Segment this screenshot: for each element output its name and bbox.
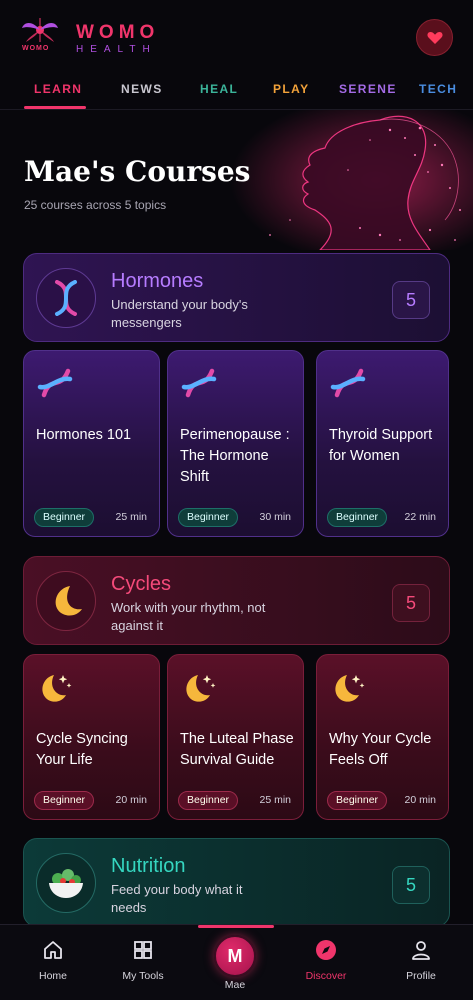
topic-header-hormones[interactable]: Hormones Understand your body's messenge… [23,253,450,342]
tab-tech[interactable]: TECH [419,82,457,96]
course-card[interactable]: Cycle Syncing Your Life Beginner 20 min [23,654,160,820]
course-title: The Luteal Phase Survival Guide [180,731,294,768]
course-card[interactable]: Perimenopause : The Hormone Shift Beginn… [167,350,304,537]
course-duration: 22 min [404,511,436,523]
favorites-button[interactable] [416,19,453,56]
category-tabs: LEARN NEWS HEAL PLAY SERENE TECH [0,72,473,110]
dna-icon [181,368,217,398]
course-title: Why Your Cycle Feels Off [329,731,432,768]
course-title: Cycle Syncing Your Life [36,731,128,768]
home-icon [44,941,62,959]
nav-profile-label: Profile [406,970,436,982]
course-card[interactable]: Why Your Cycle Feels Off Beginner 20 min [316,654,449,820]
topic-name: Cycles [111,573,172,595]
course-card[interactable]: The Luteal Phase Survival Guide Beginner… [167,654,304,820]
course-duration: 25 min [259,794,291,806]
brand-name: WOMO [76,22,160,43]
dna-icon [37,368,73,398]
avatar-label: Mae [224,979,246,991]
nav-my-tools[interactable]: My Tools [103,939,183,982]
tab-news[interactable]: NEWS [121,82,163,96]
level-badge: Beginner [34,791,95,810]
topic-name: Hormones [111,270,204,292]
heart-icon [426,31,443,44]
logo-mark-text: WOMO [22,45,50,52]
page-title: Mae's Courses [24,155,251,188]
nav-profile[interactable]: Profile [381,939,461,982]
course-card[interactable]: Hormones 101 Beginner 25 min [23,350,160,537]
topic-icon-container [36,571,96,631]
level-badge: Beginner [178,791,239,810]
topic-description: Feed your body what it needs [111,882,243,915]
course-title: Thyroid Support for Women [329,427,433,464]
tab-serene[interactable]: SERENE [339,82,397,96]
nav-discover[interactable]: Discover [286,939,366,982]
moon-stars-icon [335,675,365,702]
avatar[interactable]: M [214,935,256,977]
active-tab-indicator [24,106,86,109]
tab-play[interactable]: PLAY [273,82,310,96]
course-card[interactable]: Thyroid Support for Women Beginner 22 mi… [316,350,449,537]
nav-home-label: Home [38,970,67,982]
level-badge: Beginner [327,508,388,527]
course-duration: 20 min [115,794,147,806]
tab-learn[interactable]: LEARN [34,82,82,96]
moon-stars-icon [186,675,216,702]
dna-icon [55,280,77,316]
topic-course-count-badge: 5 [392,281,430,319]
course-duration: 25 min [115,511,147,523]
nav-discover-label: Discover [305,970,347,982]
woman-profile-illustration [230,110,473,250]
grid-icon [134,941,152,959]
topic-name: Nutrition [111,855,186,877]
course-duration: 20 min [404,794,436,806]
course-count-subtitle: 25 courses across 5 topics [24,198,167,212]
topic-icon-container [36,268,96,328]
topic-header-cycles[interactable]: Cycles Work with your rhythm, not agains… [23,556,450,645]
level-badge: Beginner [34,508,95,527]
topic-course-count-badge: 5 [392,866,430,904]
compass-icon [316,940,336,960]
bottom-navigation: Home My Tools M Mae Discover Profile [0,924,473,1000]
dna-icon [330,368,366,398]
center-indicator [198,925,274,928]
courses-hero: Mae's Courses 25 courses across 5 topics [0,110,473,250]
course-title: Hormones 101 [36,427,132,443]
topic-description: Understand your body's messengers [111,297,248,330]
level-badge: Beginner [327,791,388,810]
moon-stars-icon [42,675,72,702]
nav-home[interactable]: Home [13,939,93,982]
topic-icon-container [36,853,96,913]
salad-bowl-icon [49,869,83,898]
level-badge: Beginner [178,508,239,527]
user-icon [412,941,430,960]
brand-subname: HEALTH [76,44,157,55]
moon-icon [55,586,82,616]
tab-heal[interactable]: HEAL [200,82,238,96]
topic-header-nutrition[interactable]: Nutrition Feed your body what it needs 5 [23,838,450,927]
topic-description: Work with your rhythm, not against it [111,600,266,633]
course-title: Perimenopause : The Hormone Shift [180,427,290,485]
app-header: WOMO WOMO HEALTH [0,0,473,72]
nav-my-tools-label: My Tools [122,970,164,982]
topic-course-count-badge: 5 [392,584,430,622]
course-duration: 30 min [259,511,291,523]
